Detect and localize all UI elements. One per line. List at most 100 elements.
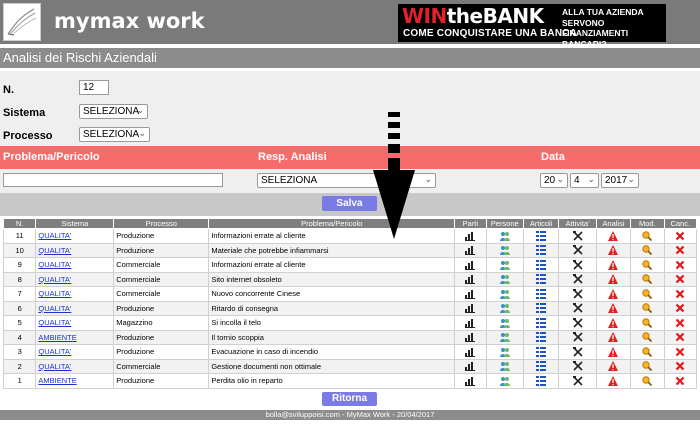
sistema-link[interactable]: QUALITA' — [38, 318, 71, 327]
edit-magnifier-icon[interactable] — [642, 274, 653, 285]
people-icon[interactable] — [499, 347, 510, 357]
sistema-link[interactable]: QUALITA' — [38, 304, 71, 313]
people-icon[interactable] — [499, 289, 510, 299]
warning-icon[interactable] — [608, 317, 619, 328]
sistema-link[interactable]: QUALITA' — [38, 246, 71, 255]
n-input[interactable]: 12 — [79, 80, 109, 95]
people-icon[interactable] — [499, 260, 510, 270]
list-icon[interactable] — [536, 274, 547, 285]
people-icon[interactable] — [499, 303, 510, 314]
delete-icon[interactable] — [675, 318, 685, 328]
list-icon[interactable] — [536, 303, 547, 314]
tools-icon[interactable] — [572, 375, 583, 386]
warning-icon[interactable] — [608, 245, 619, 256]
edit-magnifier-icon[interactable] — [642, 289, 653, 299]
sistema-link[interactable]: QUALITA' — [38, 347, 71, 356]
bar-chart-icon[interactable] — [465, 347, 476, 357]
list-icon[interactable] — [536, 288, 547, 299]
bar-chart-icon[interactable] — [465, 318, 476, 328]
tools-icon[interactable] — [572, 361, 583, 371]
warning-icon[interactable] — [608, 346, 619, 357]
sistema-link[interactable]: QUALITA' — [38, 362, 71, 371]
edit-magnifier-icon[interactable] — [642, 318, 653, 328]
problema-input[interactable] — [3, 173, 223, 187]
edit-magnifier-icon[interactable] — [642, 245, 653, 256]
people-icon[interactable] — [499, 318, 510, 328]
tools-icon[interactable] — [572, 274, 583, 284]
sistema-link[interactable]: AMBIENTE — [38, 333, 76, 342]
delete-icon[interactable] — [675, 260, 685, 270]
delete-icon[interactable] — [675, 347, 685, 357]
salva-button[interactable]: Salva — [322, 196, 377, 211]
list-icon[interactable] — [536, 245, 547, 256]
warning-icon[interactable] — [608, 303, 619, 314]
list-icon[interactable] — [536, 230, 547, 241]
warning-icon[interactable] — [608, 274, 619, 285]
warning-icon[interactable] — [608, 288, 619, 299]
people-icon[interactable] — [499, 274, 510, 285]
people-icon[interactable] — [499, 332, 510, 343]
delete-icon[interactable] — [675, 303, 685, 313]
tools-icon[interactable] — [572, 259, 583, 270]
bar-chart-icon[interactable] — [465, 274, 476, 285]
delete-icon[interactable] — [675, 332, 685, 342]
sistema-link[interactable]: QUALITA' — [38, 231, 71, 240]
edit-magnifier-icon[interactable] — [642, 361, 653, 372]
list-icon[interactable] — [536, 317, 547, 328]
sistema-link[interactable]: QUALITA' — [38, 289, 71, 298]
tools-icon[interactable] — [572, 317, 583, 328]
sistema-link[interactable]: QUALITA' — [38, 275, 71, 284]
day-select[interactable]: 20 ⌄ — [540, 173, 568, 188]
people-icon[interactable] — [499, 361, 510, 372]
year-select[interactable]: 2017 ⌄ — [601, 173, 639, 188]
list-icon[interactable] — [536, 375, 547, 386]
delete-icon[interactable] — [675, 274, 685, 284]
warning-icon[interactable] — [608, 259, 619, 270]
people-icon[interactable] — [499, 376, 510, 386]
edit-magnifier-icon[interactable] — [642, 260, 653, 270]
delete-icon[interactable] — [675, 289, 685, 299]
tools-icon[interactable] — [572, 346, 583, 357]
edit-magnifier-icon[interactable] — [642, 231, 653, 241]
warning-icon[interactable] — [608, 332, 619, 343]
people-icon[interactable] — [499, 245, 510, 256]
ritorna-button[interactable]: Ritorna — [322, 392, 377, 406]
col-problema: Problema/Pericolo — [208, 218, 456, 229]
list-icon[interactable] — [536, 346, 547, 357]
tools-icon[interactable] — [572, 245, 583, 255]
people-icon[interactable] — [499, 231, 510, 241]
edit-magnifier-icon[interactable] — [642, 303, 653, 314]
warning-icon[interactable] — [608, 230, 619, 241]
list-icon[interactable] — [536, 361, 547, 372]
ad-banner[interactable]: WINtheBANK COME CONQUISTARE UNA BANCA AL… — [398, 4, 666, 49]
tools-icon[interactable] — [572, 303, 583, 313]
delete-icon[interactable] — [675, 245, 685, 255]
bar-chart-icon[interactable] — [465, 289, 476, 299]
sistema-link[interactable]: QUALITA' — [38, 260, 71, 269]
edit-magnifier-icon[interactable] — [642, 376, 653, 386]
bar-chart-icon[interactable] — [465, 245, 476, 256]
bar-chart-icon[interactable] — [465, 260, 476, 270]
table-row: 3 QUALITA' Produzione Evacuazione in caso d… — [2, 344, 698, 360]
tools-icon[interactable] — [572, 332, 583, 342]
list-icon[interactable] — [536, 332, 547, 343]
month-select[interactable]: 4 ⌄ — [570, 173, 599, 188]
warning-icon[interactable] — [608, 375, 619, 386]
sistema-select[interactable]: SELEZIONA ⌄ — [79, 104, 148, 119]
bar-chart-icon[interactable] — [465, 303, 476, 314]
edit-magnifier-icon[interactable] — [642, 347, 653, 357]
list-icon[interactable] — [536, 259, 547, 270]
tools-icon[interactable] — [572, 230, 583, 241]
delete-icon[interactable] — [675, 361, 685, 371]
edit-magnifier-icon[interactable] — [642, 332, 653, 343]
sistema-link[interactable]: AMBIENTE — [38, 376, 76, 385]
tools-icon[interactable] — [572, 288, 583, 299]
processo-select[interactable]: SELEZIONA ⌄ — [79, 127, 150, 142]
warning-icon[interactable] — [608, 361, 619, 372]
delete-icon[interactable] — [675, 231, 685, 241]
bar-chart-icon[interactable] — [465, 231, 476, 241]
bar-chart-icon[interactable] — [465, 332, 476, 343]
bar-chart-icon[interactable] — [465, 361, 476, 372]
delete-icon[interactable] — [675, 376, 685, 386]
bar-chart-icon[interactable] — [465, 376, 476, 386]
